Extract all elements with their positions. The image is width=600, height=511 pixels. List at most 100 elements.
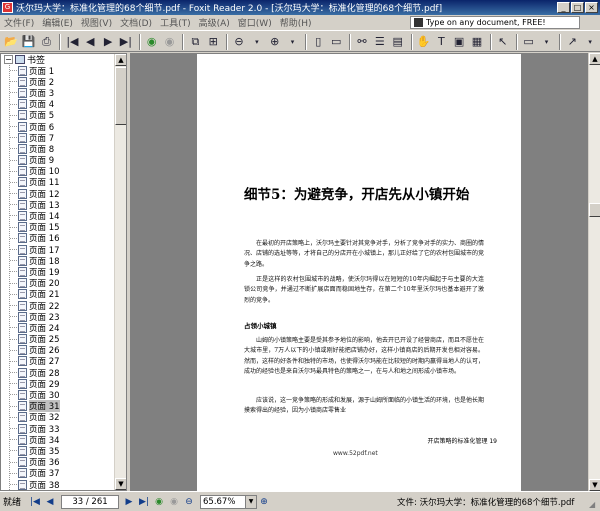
doc-scroll-thumb[interactable] <box>589 203 600 217</box>
back-nav-icon[interactable]: ◉ <box>152 495 166 509</box>
bookmark-item[interactable]: 页面 31 <box>10 400 115 413</box>
first-page-icon[interactable]: |◀ <box>64 33 80 50</box>
bookmark-item[interactable]: 页面 20 <box>10 278 115 289</box>
open-folder-icon[interactable]: 📂 <box>3 33 19 50</box>
bookmark-item[interactable]: 页面 23 <box>10 311 115 323</box>
bookmark-item[interactable]: 页面 32 <box>10 412 115 423</box>
bookmark-item[interactable]: 页面 6 <box>10 121 115 133</box>
bookmark-item[interactable]: 页面 24 <box>10 322 115 334</box>
zoom-in-dropdown-icon[interactable]: ▾ <box>285 33 301 50</box>
bookmark-panel-icon[interactable]: ▤ <box>390 33 406 50</box>
go-forward-icon[interactable]: ◉ <box>162 33 178 50</box>
menu-edit[interactable]: 编辑(E) <box>38 16 77 29</box>
bookmark-item[interactable]: 页面 33 <box>10 423 115 435</box>
minimize-button[interactable]: _ <box>557 2 570 13</box>
bookmark-item[interactable]: 页面 16 <box>10 233 115 244</box>
bookmark-item[interactable]: 页面 10 <box>10 166 115 177</box>
scroll-down-arrow[interactable]: ▼ <box>115 478 126 490</box>
pen-tool-icon[interactable]: ↗ <box>564 33 580 50</box>
bookmark-item[interactable]: 页面 28 <box>10 367 115 379</box>
bookmark-item[interactable]: 页面 4 <box>10 99 115 110</box>
page-number-field[interactable]: 33 / 261 <box>61 494 119 509</box>
collapse-icon[interactable]: − <box>4 55 13 64</box>
menu-advanced[interactable]: 高级(A) <box>195 16 234 29</box>
page-layout-icon[interactable]: ⊞ <box>205 33 221 50</box>
bookmark-item[interactable]: 页面 22 <box>10 300 115 312</box>
last-page-icon[interactable]: ▶| <box>118 33 134 50</box>
bookmark-scrollbar[interactable]: ▲ ▼ <box>114 54 126 490</box>
bookmark-item[interactable]: 页面 36 <box>10 457 115 468</box>
save-icon[interactable]: 💾 <box>21 33 37 50</box>
bookmark-root[interactable]: − 书签 <box>1 54 115 66</box>
prev-page-nav-icon[interactable]: ◀ <box>43 495 57 509</box>
bookmark-item[interactable]: 页面 5 <box>10 110 115 121</box>
scroll-up-arrow[interactable]: ▲ <box>115 54 126 66</box>
text-view-icon[interactable]: ☰ <box>372 33 388 50</box>
select-text-icon[interactable]: T <box>433 33 449 50</box>
pen-dropdown-icon[interactable]: ▾ <box>582 33 598 50</box>
menu-window[interactable]: 窗口(W) <box>234 16 276 29</box>
close-button[interactable]: × <box>585 2 598 13</box>
menu-view[interactable]: 视图(V) <box>77 16 116 29</box>
previous-page-icon[interactable]: ◀ <box>82 33 98 50</box>
bookmark-item[interactable]: 页面 9 <box>10 155 115 166</box>
scroll-thumb[interactable] <box>115 67 126 125</box>
bookmark-item[interactable]: 页面 12 <box>10 188 115 200</box>
menu-tools[interactable]: 工具(T) <box>156 16 195 29</box>
bookmark-item[interactable]: 页面 2 <box>10 76 115 88</box>
doc-scroll-down-arrow[interactable]: ▼ <box>589 479 600 491</box>
bookmark-item[interactable]: 页面 38 <box>10 479 115 490</box>
next-page-nav-icon[interactable]: ▶ <box>122 495 136 509</box>
fit-page-icon[interactable]: ▯ <box>310 33 326 50</box>
promo-banner[interactable]: Type on any document, FREE! <box>410 16 580 29</box>
binoculars-icon[interactable]: ⚯ <box>354 33 370 50</box>
next-page-icon[interactable]: ▶ <box>100 33 116 50</box>
first-page-nav-icon[interactable]: |◀ <box>28 495 42 509</box>
bookmark-item[interactable]: 页面 21 <box>10 289 115 300</box>
bookmark-item[interactable]: 页面 7 <box>10 132 115 144</box>
bookmark-item[interactable]: 页面 15 <box>10 222 115 233</box>
bookmark-item[interactable]: 页面 27 <box>10 356 115 367</box>
comment-tool-icon[interactable]: ▭ <box>521 33 537 50</box>
image-tool-icon[interactable]: ▦ <box>469 33 485 50</box>
bookmark-item[interactable]: 页面 37 <box>10 468 115 479</box>
print-icon[interactable]: ⎙ <box>39 33 55 50</box>
menu-document[interactable]: 文档(D) <box>116 16 156 29</box>
bookmark-item[interactable]: 页面 11 <box>10 177 115 188</box>
bookmark-item[interactable]: 页面 17 <box>10 244 115 256</box>
bookmark-item[interactable]: 页面 25 <box>10 334 115 345</box>
bookmark-item[interactable]: 页面 26 <box>10 345 115 356</box>
resize-grip[interactable]: ◢ <box>589 500 599 510</box>
zoom-out-status-icon[interactable]: ⊖ <box>182 495 196 509</box>
bookmark-item[interactable]: 页面 35 <box>10 445 115 457</box>
comment-dropdown-icon[interactable]: ▾ <box>539 33 555 50</box>
document-view[interactable]: 细节5：为避竞争，开店先从小镇开始 在最初的开店策略上，沃尔玛主要针对其竞争对手… <box>130 53 600 491</box>
bookmark-item[interactable]: 页面 14 <box>10 210 115 222</box>
maximize-button[interactable]: □ <box>571 2 584 13</box>
zoom-out-icon[interactable]: ⊖ <box>231 33 247 50</box>
menu-help[interactable]: 帮助(H) <box>276 16 316 29</box>
select-arrow-icon[interactable]: ↖ <box>495 33 511 50</box>
bookmark-item[interactable]: 页面 1 <box>10 65 115 77</box>
last-page-nav-icon[interactable]: ▶| <box>137 495 151 509</box>
bookmark-item[interactable]: 页面 18 <box>10 255 115 267</box>
bookmark-item[interactable]: 页面 34 <box>10 434 115 446</box>
zoom-in-icon[interactable]: ⊕ <box>267 33 283 50</box>
foxit-app-icon[interactable]: G <box>2 2 13 13</box>
bookmark-item[interactable]: 页面 29 <box>10 378 115 390</box>
zoom-in-status-icon[interactable]: ⊕ <box>257 495 271 509</box>
rotate-view-icon[interactable]: ⧉ <box>187 33 203 50</box>
bookmark-item[interactable]: 页面 13 <box>10 199 115 211</box>
zoom-dropdown-icon[interactable]: ▾ <box>249 33 265 50</box>
hand-tool-icon[interactable]: ✋ <box>416 33 432 50</box>
go-back-icon[interactable]: ◉ <box>144 33 160 50</box>
zoom-level-field[interactable]: 65.67% <box>200 494 246 509</box>
doc-scroll-up-arrow[interactable]: ▲ <box>589 53 600 65</box>
document-scrollbar[interactable]: ▲ ▼ <box>588 53 600 491</box>
forward-nav-icon[interactable]: ◉ <box>167 495 181 509</box>
zoom-dropdown-arrow[interactable]: ▼ <box>246 494 257 509</box>
menu-file[interactable]: 文件(F) <box>0 16 38 29</box>
bookmark-item[interactable]: 页面 3 <box>10 87 115 99</box>
snapshot-icon[interactable]: ▣ <box>451 33 467 50</box>
fit-width-icon[interactable]: ▭ <box>328 33 344 50</box>
